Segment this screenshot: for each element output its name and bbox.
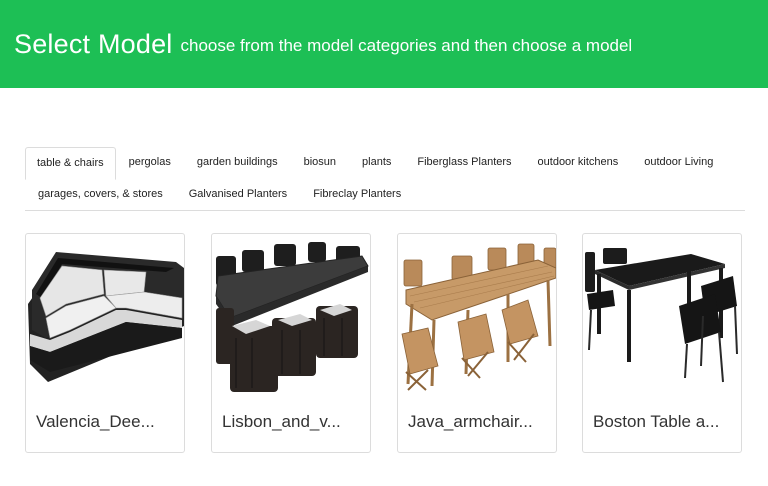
tab-galvanised-planters[interactable]: Galvanised Planters	[176, 179, 300, 210]
tab-biosun[interactable]: biosun	[291, 147, 349, 178]
model-name: Boston Table a...	[593, 412, 720, 431]
page-title: Select Model	[14, 28, 173, 59]
category-tabs: table & chairs pergolas garden buildings…	[25, 147, 745, 211]
tab-garden-buildings[interactable]: garden buildings	[184, 147, 291, 178]
model-name: Lisbon_and_v...	[222, 412, 341, 431]
tab-row-2: garages, covers, & stores Galvanised Pla…	[25, 179, 414, 210]
tab-outdoor-living[interactable]: outdoor Living	[631, 147, 726, 178]
tab-row-1: table & chairs pergolas garden buildings…	[25, 147, 726, 180]
model-card[interactable]: Lisbon_and_v...	[211, 233, 371, 453]
tab-fiberglass-planters[interactable]: Fiberglass Planters	[404, 147, 524, 178]
tab-plants[interactable]: plants	[349, 147, 404, 178]
model-name: Java_armchair...	[408, 412, 533, 431]
black-table-chairs-image	[585, 248, 738, 383]
page-header: Select Model choose from the model categ…	[0, 0, 768, 88]
model-name: Valencia_Dee...	[36, 412, 155, 431]
tab-table-and-chairs[interactable]: table & chairs	[25, 147, 116, 180]
teak-dining-set-image	[401, 243, 556, 391]
model-card[interactable]: Boston Table a...	[582, 233, 742, 453]
tab-garages-covers-stores[interactable]: garages, covers, & stores	[25, 179, 176, 210]
model-card[interactable]: Java_armchair...	[397, 233, 557, 453]
page-subtitle: choose from the model categories and the…	[180, 36, 633, 55]
model-card[interactable]: Valencia_Dee...	[25, 233, 185, 453]
rattan-dining-set-image	[215, 242, 369, 392]
tab-pergolas[interactable]: pergolas	[116, 147, 184, 178]
tab-outdoor-kitchens[interactable]: outdoor kitchens	[525, 147, 632, 178]
corner-sofa-image	[28, 252, 184, 382]
tab-fibreclay-planters[interactable]: Fibreclay Planters	[300, 179, 414, 210]
